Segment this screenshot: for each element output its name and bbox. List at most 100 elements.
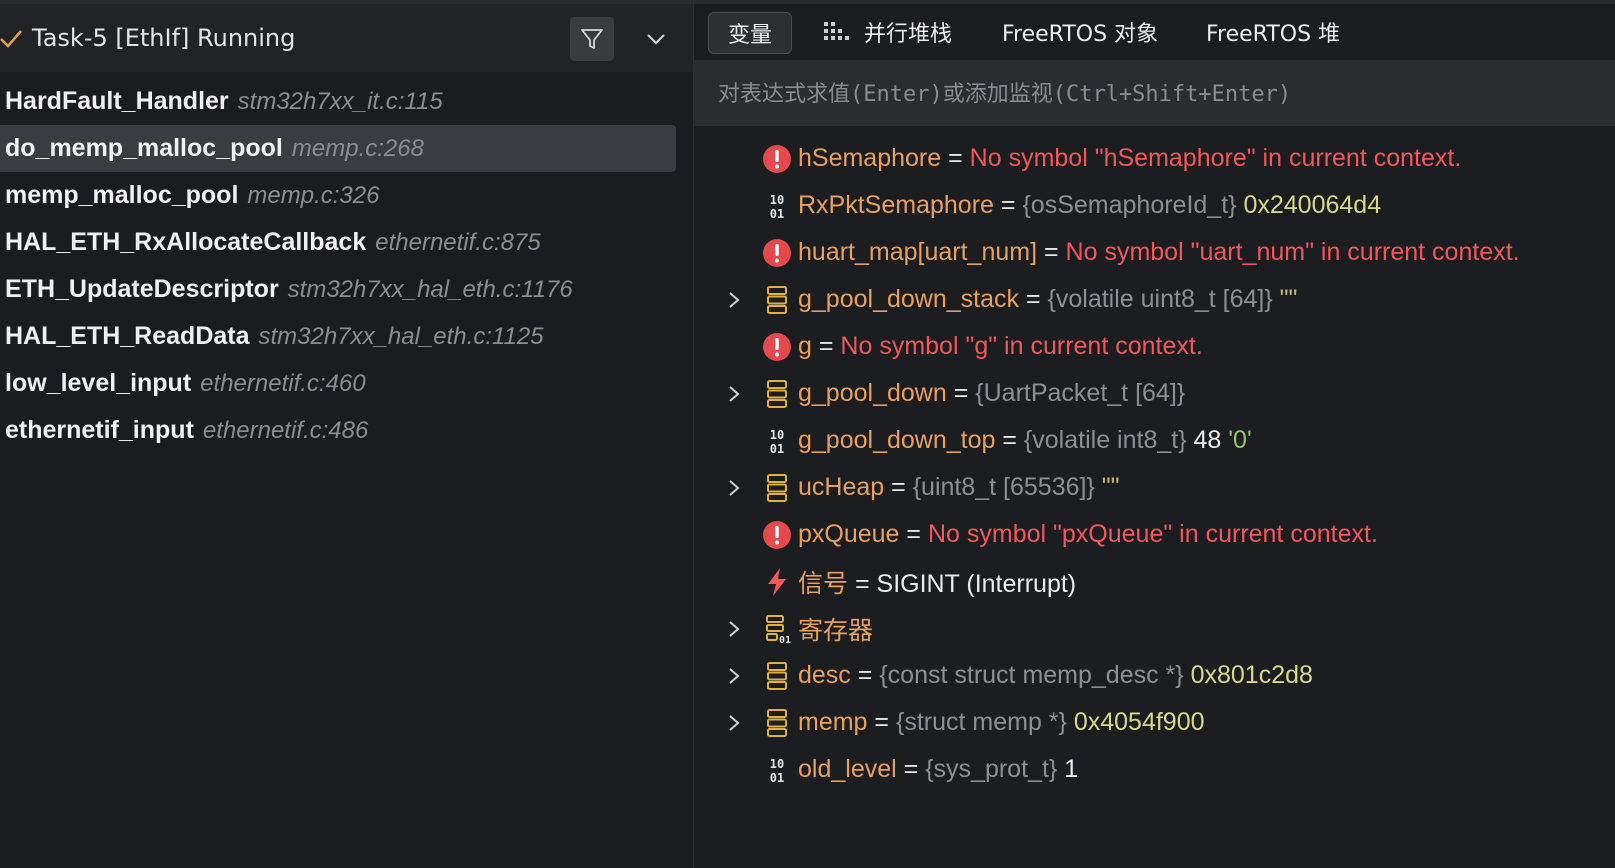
variable-row[interactable]: 10 01 g_pool_down_top = {volatile int8_t… [694, 417, 1615, 464]
tab-label: FreeRTOS 对象 [1002, 22, 1159, 47]
variable-value: 0x240064d4 [1243, 191, 1382, 219]
equals-sign: = [1025, 285, 1041, 313]
tab-label: FreeRTOS 堆 [1206, 22, 1341, 47]
variable-name: ucHeap [798, 473, 885, 501]
chevron-right-icon[interactable] [726, 477, 742, 499]
eval-bar [694, 60, 1615, 126]
error-icon [763, 520, 791, 549]
check-icon [0, 30, 22, 48]
stack-frame[interactable]: memp_malloc_pool memp.c:326 [0, 172, 676, 219]
tab-freertos-heap[interactable]: FreeRTOS 堆 [1206, 12, 1340, 52]
stack-frame[interactable]: HardFault_Handler stm32h7xx_it.c:115 [0, 78, 676, 125]
stack-frame-selected[interactable]: do_memp_malloc_pool memp.c:268 [0, 125, 676, 172]
svg-text:10: 10 [770, 757, 784, 771]
variable-row[interactable]: ucHeap = {uint8_t [65536]} "" [694, 464, 1615, 511]
tab-variables[interactable]: 变量 [708, 12, 792, 54]
frame-source: stm32h7xx_hal_eth.c:1125 [258, 322, 544, 350]
frame-function: HardFault_Handler [5, 87, 229, 115]
error-message: No symbol "uart_num" in current context. [1065, 238, 1520, 266]
variable-value: "" [1101, 473, 1120, 501]
equals-sign: = [953, 379, 969, 407]
variable-value: "" [1279, 285, 1298, 313]
stack-frame[interactable]: HAL_ETH_RxAllocateCallback ethernetif.c:… [0, 219, 676, 266]
frame-function: HAL_ETH_RxAllocateCallback [5, 228, 367, 256]
chevron-down-icon[interactable] [644, 30, 668, 48]
chevron-right-icon[interactable] [726, 618, 742, 640]
tab-parallel-stacks[interactable]: 并行堆栈 [824, 12, 952, 52]
array-icon [767, 285, 787, 314]
equals-sign: = [1043, 238, 1059, 266]
call-stack-header: Task-5 [EthIf] Running [0, 0, 693, 72]
equals-sign: = [906, 520, 922, 548]
chevron-right-icon[interactable] [726, 383, 742, 405]
error-message: No symbol "hSemaphore" in current contex… [969, 144, 1462, 172]
variable-name: old_level [798, 755, 897, 783]
frame-source: stm32h7xx_hal_eth.c:1176 [287, 275, 573, 303]
variable-row[interactable]: g_pool_down_stack = {volatile uint8_t [6… [694, 276, 1615, 323]
equals-sign: = [818, 332, 834, 360]
frame-source: memp.c:326 [247, 181, 380, 209]
variable-row[interactable]: pxQueue = No symbol "pxQueue" in current… [694, 511, 1615, 558]
variable-row[interactable]: memp = {struct memp *} 0x4054f900 [694, 699, 1615, 746]
variable-row[interactable]: 信号 = SIGINT (Interrupt) [694, 558, 1615, 605]
variable-name: RxPktSemaphore [798, 191, 994, 219]
svg-text:10: 10 [770, 428, 784, 442]
numeric-value-icon: 10 01 [770, 757, 784, 785]
variable-type: {osSemaphoreId_t} [1022, 191, 1237, 219]
numeric-value-icon: 10 01 [770, 428, 784, 456]
variable-type: {struct memp *} [895, 708, 1067, 736]
variable-row[interactable]: desc = {const struct memp_desc *} 0x801c… [694, 652, 1615, 699]
error-message: No symbol "g" in current context. [840, 332, 1203, 360]
equals-sign: = [948, 144, 963, 172]
variable-value: 1 [1064, 755, 1079, 783]
stack-frame[interactable]: ETH_UpdateDescriptor stm32h7xx_hal_eth.c… [0, 266, 676, 313]
variable-name: g_pool_down_stack [798, 285, 1019, 313]
filter-icon [581, 29, 603, 49]
variable-row[interactable]: 10 01 RxPktSemaphore = {osSemaphoreId_t}… [694, 182, 1615, 229]
frame-source: memp.c:268 [291, 134, 424, 162]
tab-freertos-objects[interactable]: FreeRTOS 对象 [1002, 12, 1158, 52]
frame-function: ethernetif_input [5, 416, 194, 444]
array-icon [767, 708, 787, 737]
variable-row[interactable]: g_pool_down = {UartPacket_t [64]} [694, 370, 1615, 417]
error-icon [763, 144, 791, 173]
variable-name: g [798, 332, 812, 360]
numeric-value-icon: 10 01 [770, 193, 784, 221]
frame-function: memp_malloc_pool [5, 181, 239, 209]
task-title: Task-5 [EthIf] Running [32, 24, 296, 52]
error-message: No symbol "pxQueue" in current context. [927, 520, 1378, 548]
variable-type: {UartPacket_t [64]} [975, 379, 1186, 407]
variable-name: g_pool_down_top [798, 426, 996, 454]
svg-text:10: 10 [770, 193, 784, 207]
frame-function: do_memp_malloc_pool [5, 134, 283, 162]
variable-row[interactable]: g = No symbol "g" in current context. [694, 323, 1615, 370]
equals-sign: = [857, 661, 873, 689]
variable-char: '0' [1228, 426, 1252, 454]
chevron-right-icon[interactable] [726, 289, 742, 311]
tab-bar: 变量 并行堆栈 FreeRTOS 对象 FreeRTOS 堆 [694, 0, 1615, 60]
variable-name: 信号 [798, 569, 849, 598]
stack-frame[interactable]: HAL_ETH_ReadData stm32h7xx_hal_eth.c:112… [0, 313, 676, 360]
expression-input[interactable] [716, 74, 1580, 114]
variable-row[interactable]: huart_map[uart_num] = No symbol "uart_nu… [694, 229, 1615, 276]
error-icon [763, 238, 791, 267]
equals-sign: = [903, 755, 919, 783]
svg-text:01: 01 [770, 207, 784, 221]
filter-button[interactable] [570, 17, 614, 61]
chevron-right-icon[interactable] [726, 712, 742, 734]
frame-function: HAL_ETH_ReadData [5, 322, 250, 350]
variable-name: hSemaphore [798, 144, 942, 172]
variable-name: 寄存器 [798, 616, 874, 645]
variable-name: pxQueue [798, 520, 900, 548]
variable-row[interactable]: hSemaphore = No symbol "hSemaphore" in c… [694, 135, 1615, 182]
stack-frame[interactable]: ethernetif_input ethernetif.c:486 [0, 407, 676, 454]
frame-source: ethernetif.c:486 [202, 416, 369, 444]
variable-row[interactable]: 10 01 old_level = {sys_prot_t} 1 [694, 746, 1615, 793]
equals-sign: = [874, 708, 890, 736]
stack-frame[interactable]: low_level_input ethernetif.c:460 [0, 360, 676, 407]
variable-type: {const struct memp_desc *} [879, 661, 1184, 689]
tab-label: 并行堆栈 [864, 22, 953, 47]
chevron-right-icon[interactable] [726, 665, 742, 687]
variable-row[interactable]: 01 寄存器 [694, 605, 1615, 652]
tab-label: 变量 [727, 23, 772, 48]
